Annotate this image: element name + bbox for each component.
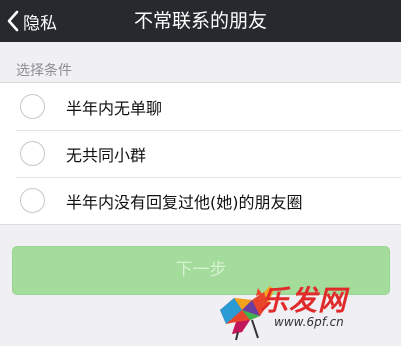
section-header: 选择条件 bbox=[16, 63, 72, 79]
radio-button[interactable] bbox=[20, 188, 45, 213]
options-list: 半年内无单聊 无共同小群 半年内没有回复过他(她)的朋友圈 bbox=[0, 82, 401, 225]
watermark-url: www.6pf.cn bbox=[274, 315, 344, 329]
radio-button[interactable] bbox=[20, 141, 45, 166]
option-label: 无共同小群 bbox=[66, 145, 147, 165]
watermark-text: 乐发网 bbox=[260, 284, 348, 317]
option-no-common-groups[interactable]: 无共同小群 bbox=[0, 130, 401, 177]
option-no-private-chat[interactable]: 半年内无单聊 bbox=[0, 83, 401, 130]
navigation-bar: 隐私 不常联系的朋友 bbox=[0, 0, 401, 42]
option-label: 半年内无单聊 bbox=[66, 98, 163, 118]
option-no-moments-reply[interactable]: 半年内没有回复过他(她)的朋友圈 bbox=[0, 177, 401, 224]
option-label: 半年内没有回复过他(她)的朋友圈 bbox=[66, 192, 303, 212]
radio-button[interactable] bbox=[20, 94, 45, 119]
page-title: 不常联系的朋友 bbox=[133, 10, 267, 32]
